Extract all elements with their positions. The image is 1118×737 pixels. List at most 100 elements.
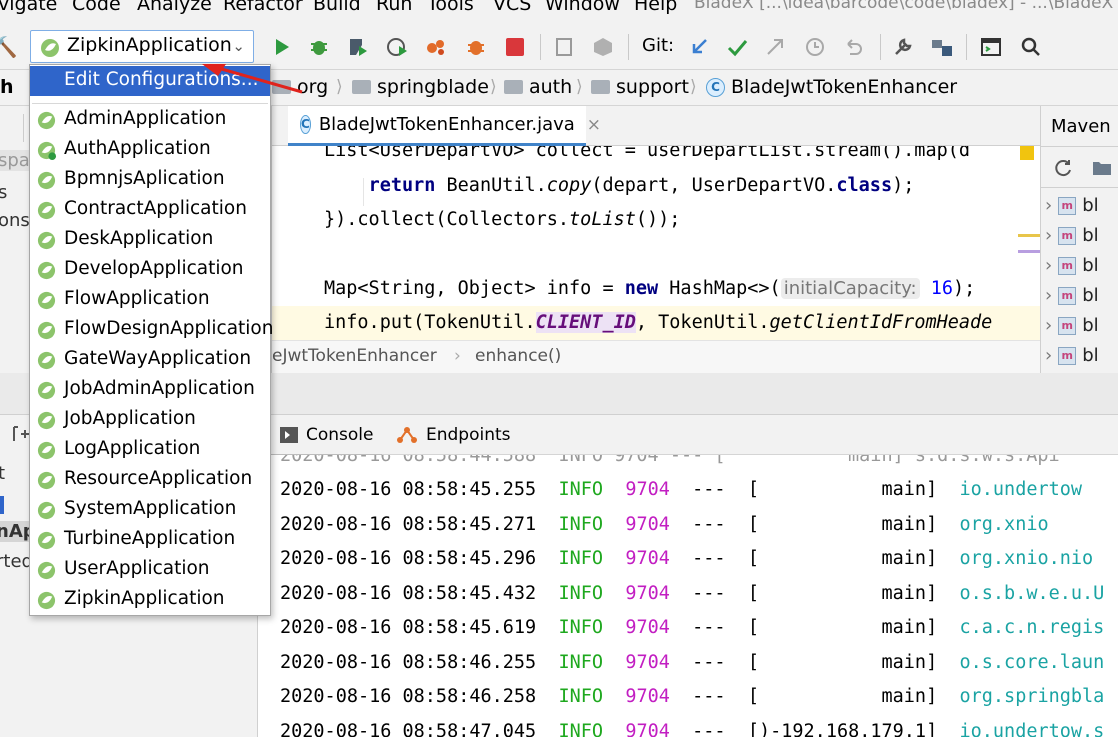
log-thread: [ main] <box>747 513 938 535</box>
folder-add-icon[interactable] <box>1091 158 1113 178</box>
frame-icon[interactable] <box>554 36 576 58</box>
run-config-item[interactable]: ZipkinApplication <box>30 585 270 615</box>
menu-refactor[interactable]: Refactor <box>223 0 303 15</box>
run-config-item[interactable]: AuthApplication <box>30 135 270 165</box>
maven-project-row[interactable]: › m bl <box>1045 315 1099 336</box>
folder-icon <box>504 80 523 94</box>
maven-module-icon: m <box>1058 316 1077 335</box>
tab-blade-jwt-token-enhancer[interactable]: C BladeJwtTokenEnhancer.java × <box>288 106 601 146</box>
run-config-item[interactable]: DevelopApplication <box>30 255 270 285</box>
terminal-icon[interactable] <box>980 36 1002 58</box>
run-config-item[interactable]: ContractApplication <box>30 195 270 225</box>
menu-window[interactable]: Window <box>545 0 620 15</box>
collapse-icon[interactable] <box>0 114 24 142</box>
git-commit-icon[interactable] <box>726 36 748 58</box>
run-config-item[interactable]: TurbineApplication <box>30 525 270 555</box>
log-timestamp: 2020-08-16 08:58:45.271 <box>280 513 537 535</box>
maven-project-row[interactable]: › m bl <box>1045 195 1099 216</box>
run-config-item[interactable]: UserApplication <box>30 555 270 585</box>
breadcrumb-support[interactable]: support <box>591 76 689 98</box>
breadcrumb-partial[interactable]: h <box>0 76 14 98</box>
service-tree-fragment[interactable]: t <box>0 463 5 484</box>
search-icon[interactable] <box>1020 36 1042 58</box>
bug-icon[interactable] <box>464 36 488 58</box>
hammer-icon[interactable]: 🔨 <box>0 34 18 60</box>
console-output[interactable]: 2020-08-16 08:58:44.588 INFO 9704 --- [ … <box>258 455 1118 737</box>
editor-breadcrumb-class[interactable]: eJwtTokenEnhancer <box>272 346 437 366</box>
project-structure-icon[interactable] <box>930 36 954 58</box>
run-config-item[interactable]: JobAdminApplication <box>30 375 270 405</box>
run-config-item[interactable]: GateWayApplication <box>30 345 270 375</box>
run-concurrent-icon[interactable] <box>424 36 448 58</box>
tab-console[interactable]: Console <box>280 425 374 445</box>
maven-project-row[interactable]: › m bl <box>1045 285 1099 306</box>
code-text: Map<String, Object> info = <box>324 278 625 299</box>
breadcrumb-class[interactable]: C BladeJwtTokenEnhancer <box>706 76 957 98</box>
code-text: , TokenUtil. <box>635 312 770 333</box>
run-config-item[interactable]: FlowApplication <box>30 285 270 315</box>
profile-icon[interactable] <box>386 36 410 58</box>
run-configuration-selector[interactable]: ZipkinApplication ⌄ <box>30 30 254 63</box>
code-line: List<UserDepartVO> collect = userDepartL… <box>324 146 970 161</box>
project-tree-fragment[interactable]: s <box>0 182 7 203</box>
log-separator: --- <box>692 720 726 737</box>
warning-marker[interactable] <box>1020 146 1034 160</box>
menu-help[interactable]: Help <box>634 0 677 15</box>
revert-icon[interactable] <box>842 36 864 58</box>
editor-breadcrumb-method[interactable]: enhance() <box>475 346 561 366</box>
maven-project-row[interactable]: › m bl <box>1045 345 1099 366</box>
breadcrumb-springblade[interactable]: springblade <box>352 76 489 98</box>
maven-module-icon: m <box>1058 256 1077 275</box>
run-config-item[interactable]: AdminApplication <box>30 105 270 135</box>
maven-title[interactable]: Maven <box>1051 116 1111 137</box>
settings-icon[interactable] <box>892 36 914 58</box>
tab-label: Console <box>306 425 374 445</box>
tab-endpoints[interactable]: Endpoints <box>396 425 511 445</box>
maven-row-label: bl <box>1082 285 1099 306</box>
menu-item-label: BpmnjsAplication <box>64 168 225 189</box>
history-icon[interactable] <box>804 36 826 58</box>
menu-navigate[interactable]: vigate <box>0 0 57 15</box>
spring-boot-icon <box>37 321 56 340</box>
code-keyword: new <box>624 278 659 299</box>
log-timestamp: 2020-08-16 08:58:47.045 <box>280 720 537 737</box>
run-icon[interactable] <box>272 37 292 57</box>
spring-boot-icon <box>37 201 56 220</box>
menu-run[interactable]: Run <box>376 0 412 15</box>
run-config-item[interactable]: SystemApplication <box>30 495 270 525</box>
menu-code[interactable]: Code <box>72 0 121 15</box>
run-config-item[interactable]: ResourceApplication <box>30 465 270 495</box>
menu-tools[interactable]: Tools <box>427 0 474 15</box>
stop-icon[interactable] <box>506 38 524 56</box>
menu-item-label: TurbineApplication <box>64 528 236 549</box>
run-config-item[interactable]: DeskApplication <box>30 225 270 255</box>
code-editor[interactable]: List<UserDepartVO> collect = userDepartL… <box>272 146 1040 340</box>
git-update-icon[interactable] <box>688 36 710 58</box>
log-level: INFO <box>558 582 604 604</box>
maven-project-row[interactable]: › m bl <box>1045 225 1099 246</box>
run-config-item[interactable]: LogApplication <box>30 435 270 465</box>
code-field: CLIENT_ID <box>535 312 636 333</box>
menu-item-label: LogApplication <box>64 438 201 459</box>
maven-toolbar <box>1041 146 1118 188</box>
refresh-icon[interactable] <box>1053 158 1073 178</box>
log-logger: io.undertow <box>959 479 1083 500</box>
debug-icon[interactable] <box>308 36 330 58</box>
toolbar-separator <box>540 34 541 60</box>
menu-item-label: UserApplication <box>64 558 210 579</box>
maven-project-row[interactable]: › m bl <box>1045 255 1099 276</box>
cube-icon[interactable] <box>592 36 614 58</box>
menu-analyze[interactable]: Analyze <box>137 0 212 15</box>
git-merge-icon[interactable] <box>764 36 786 58</box>
run-config-item[interactable]: BpmnjsAplication <box>30 165 270 195</box>
maven-row-label: bl <box>1082 225 1099 246</box>
breadcrumb-auth[interactable]: auth <box>504 76 572 98</box>
run-config-item[interactable]: FlowDesignApplication <box>30 315 273 345</box>
menu-vcs[interactable]: VCS <box>493 0 531 15</box>
run-config-item[interactable]: JobApplication <box>30 405 270 435</box>
menu-build[interactable]: Build <box>313 0 361 15</box>
run-configuration-label: ZipkinApplication <box>67 34 232 56</box>
close-icon[interactable]: × <box>587 115 601 135</box>
log-line: 2020-08-16 08:58:45.619 INFO 9704 --- [ … <box>280 617 1104 638</box>
coverage-icon[interactable] <box>347 36 369 58</box>
